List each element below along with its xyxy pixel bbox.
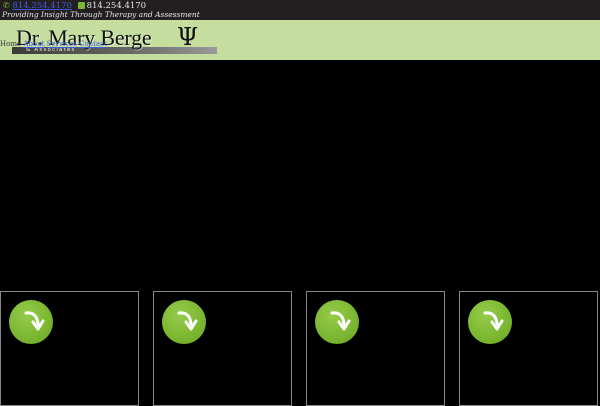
nav-item-contact[interactable]: Contact <box>79 40 107 48</box>
feature-box-1[interactable] <box>0 291 139 406</box>
psi-logo-icon[interactable]: Ψ <box>177 24 198 50</box>
nav-item-about[interactable]: About <box>23 40 44 48</box>
nav-item-services[interactable]: Services <box>47 40 77 48</box>
nav-item-home[interactable]: Home <box>0 40 21 48</box>
arrow-circle-icon[interactable] <box>315 300 359 344</box>
phone-icon: ✆ <box>3 1 10 10</box>
arrow-circle-icon[interactable] <box>162 300 206 344</box>
arrow-circle-icon[interactable] <box>9 300 53 344</box>
feature-box-4[interactable] <box>459 291 598 406</box>
feature-box-3[interactable] <box>306 291 445 406</box>
top-bar: ✆ 814.254.4170 814.254.4170 Providing In… <box>0 0 600 20</box>
fax-icon <box>77 2 85 9</box>
tagline: Providing Insight Through Therapy and As… <box>2 10 200 19</box>
site-header: Dr. Mary Berge & Associates Ψ Home About… <box>0 20 600 60</box>
main-nav: Home About Services Contact <box>0 39 107 49</box>
feature-box-2[interactable] <box>153 291 292 406</box>
arrow-circle-icon[interactable] <box>468 300 512 344</box>
